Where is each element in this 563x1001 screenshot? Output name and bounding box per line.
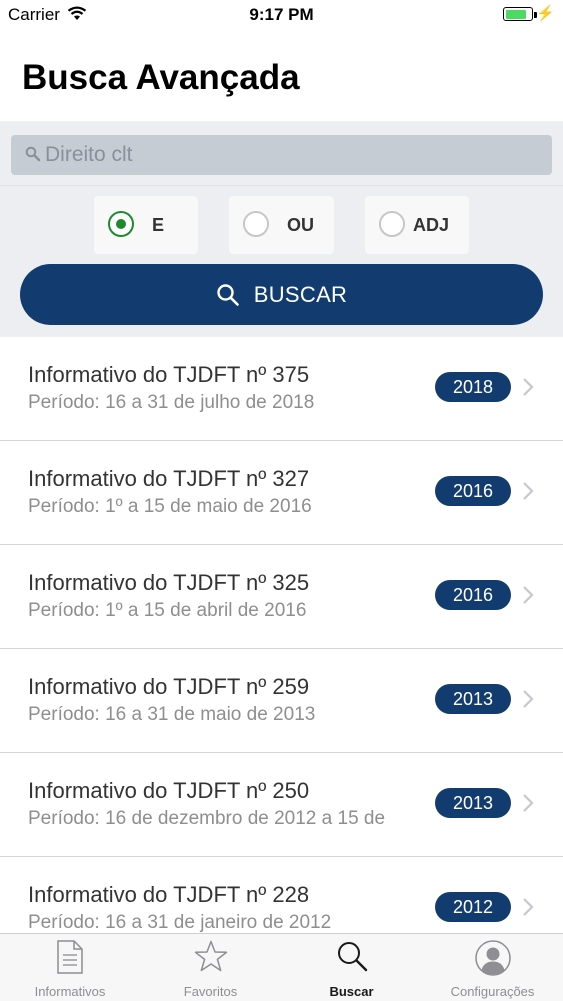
buscar-button[interactable]: BUSCAR — [20, 264, 543, 325]
list-item[interactable]: Informativo do TJDFT nº 250 Período: 16 … — [0, 753, 563, 857]
chevron-right-icon — [522, 793, 534, 818]
radio-unselected-icon — [379, 211, 405, 237]
list-item[interactable]: Informativo do TJDFT nº 259 Período: 16 … — [0, 649, 563, 753]
item-period: Período: 16 a 31 de julho de 2018 — [28, 392, 315, 413]
year-badge: 2016 — [435, 580, 511, 610]
item-title: Informativo do TJDFT nº 325 — [28, 570, 310, 595]
divider — [0, 185, 563, 186]
status-bar: Carrier 9:17 PM ⚡ — [0, 0, 563, 30]
item-title: Informativo do TJDFT nº 259 — [28, 674, 310, 699]
page-title: Busca Avançada — [22, 58, 300, 97]
operator-label: E — [152, 215, 165, 235]
radio-selected-icon — [108, 211, 134, 237]
search-icon — [217, 283, 239, 306]
year-badge: 2012 — [435, 892, 511, 922]
operator-radio-ou[interactable]: OU — [229, 196, 334, 254]
chevron-right-icon — [522, 689, 534, 714]
year-badge: 2016 — [435, 476, 511, 506]
search-panel: E OU ADJ BUSCAR — [0, 121, 563, 338]
operator-radio-e[interactable]: E — [94, 196, 198, 254]
operator-label: OU — [287, 215, 314, 235]
tab-bar: Informativos Favoritos Buscar Configuraç… — [0, 933, 563, 1001]
item-title: Informativo do TJDFT nº 375 — [28, 362, 310, 387]
star-icon — [194, 940, 228, 977]
item-title: Informativo do TJDFT nº 327 — [28, 466, 310, 491]
list-item[interactable]: Informativo do TJDFT nº 375 Período: 16 … — [0, 337, 563, 441]
list-item[interactable]: Informativo do TJDFT nº 327 Período: 1º … — [0, 441, 563, 545]
operator-label: ADJ — [413, 215, 450, 235]
item-title: Informativo do TJDFT nº 250 — [28, 778, 310, 803]
chevron-right-icon — [522, 897, 534, 922]
tab-buscar[interactable]: Buscar — [281, 934, 422, 1001]
item-period: Período: 1º a 15 de abril de 2016 — [28, 600, 307, 621]
item-period: Período: 16 de dezembro de 2012 a 15 de — [28, 808, 386, 829]
search-input[interactable] — [45, 135, 535, 175]
document-icon — [56, 940, 84, 979]
user-icon — [474, 940, 511, 981]
tab-configuracoes[interactable]: Configurações — [422, 934, 563, 1001]
chevron-right-icon — [522, 377, 534, 402]
search-icon — [336, 940, 368, 977]
search-bar[interactable] — [11, 135, 552, 175]
charging-icon: ⚡ — [536, 5, 555, 22]
clock: 9:17 PM — [249, 5, 314, 24]
tab-label: Buscar — [329, 984, 374, 999]
tab-informativos[interactable]: Informativos — [0, 934, 140, 1001]
item-period: Período: 16 a 31 de janeiro de 2012 — [28, 912, 332, 933]
battery-icon — [503, 7, 533, 21]
search-icon — [25, 146, 41, 167]
item-title: Informativo do TJDFT nº 228 — [28, 882, 310, 907]
buscar-label: BUSCAR — [253, 281, 348, 307]
results-list: Informativo do TJDFT nº 375 Período: 16 … — [0, 337, 563, 961]
item-period: Período: 1º a 15 de maio de 2016 — [28, 496, 312, 517]
year-badge: 2013 — [435, 684, 511, 714]
radio-unselected-icon — [243, 211, 269, 237]
tab-label: Configurações — [450, 984, 535, 999]
tab-label: Informativos — [34, 984, 106, 999]
tab-label: Favoritos — [183, 984, 238, 999]
year-badge: 2018 — [435, 372, 511, 402]
tab-favoritos[interactable]: Favoritos — [140, 934, 281, 1001]
year-badge: 2013 — [435, 788, 511, 818]
operator-radio-adj[interactable]: ADJ — [365, 196, 469, 254]
chevron-right-icon — [522, 585, 534, 610]
item-period: Período: 16 a 31 de maio de 2013 — [28, 704, 316, 725]
chevron-right-icon — [522, 481, 534, 506]
list-item[interactable]: Informativo do TJDFT nº 325 Período: 1º … — [0, 545, 563, 649]
